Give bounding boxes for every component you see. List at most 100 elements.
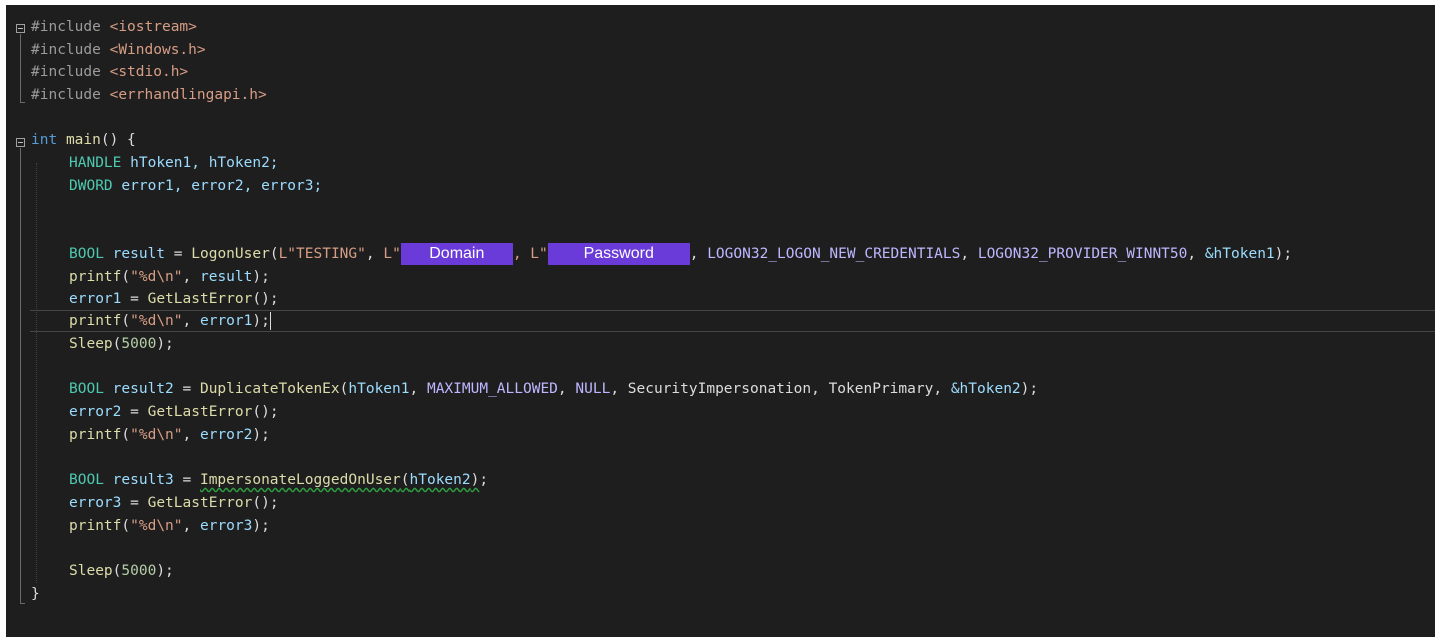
separator: , <box>182 427 200 443</box>
statement-end: ); <box>252 518 270 534</box>
assign-op: = <box>121 291 148 307</box>
type-name: HANDLE <box>69 155 122 171</box>
fold-guide <box>20 34 21 102</box>
statement-end: ; <box>479 472 489 488</box>
ref-arg: &hToken1 <box>1204 246 1275 262</box>
function-name: ImpersonateLoggedOnUser <box>199 472 401 488</box>
assign-op: = <box>173 472 200 488</box>
statement-end: ); <box>156 336 174 352</box>
separator: , <box>1187 246 1205 262</box>
statement-end: (); <box>252 495 279 511</box>
statement-end: ); <box>252 313 270 329</box>
code-line-error3[interactable]: error3 = GetLastError(); <box>69 492 279 514</box>
assign-op: = <box>165 246 192 262</box>
code-line-sleep-1[interactable]: Sleep(5000); <box>69 333 174 355</box>
function-name: printf <box>69 269 122 285</box>
assign-op: = <box>121 495 148 511</box>
include-open: < <box>109 87 119 103</box>
preprocessor-keyword: #include <box>31 87 101 103</box>
function-name: printf <box>69 427 122 443</box>
assign-op: = <box>121 404 148 420</box>
var-name: error1 <box>69 291 122 307</box>
statement-end: ); <box>252 427 270 443</box>
code-line-error2[interactable]: error2 = GetLastError(); <box>69 401 279 423</box>
function-name: Sleep <box>69 563 113 579</box>
arg: error2 <box>199 427 253 443</box>
separator: , <box>182 313 200 329</box>
code-line-closing-brace[interactable]: } <box>31 583 40 605</box>
function-name: LogonUser <box>191 246 270 262</box>
code-line-dword-decl[interactable]: DWORD error1, error2, error3; <box>69 175 322 197</box>
statement-end: ); <box>1274 246 1293 262</box>
var-name: error2 <box>69 404 122 420</box>
var-name: result3 <box>112 472 174 488</box>
include-close: > <box>258 87 267 103</box>
include-file: stdio.h <box>118 64 180 80</box>
statement-end: ); <box>156 563 174 579</box>
arg: error1 <box>199 313 253 329</box>
code-line-duplicatetoken[interactable]: BOOL result2 = DuplicateTokenEx(hToken1,… <box>69 378 1038 400</box>
type-name: BOOL <box>69 246 104 262</box>
include-file: errhandlingapi.h <box>118 87 258 103</box>
separator: , <box>409 381 427 397</box>
number-literal: 5000 <box>121 563 157 579</box>
macro-name: NULL <box>575 381 611 397</box>
redacted-domain-box: Domain <box>400 243 513 265</box>
paren-open: ( <box>121 518 131 534</box>
code-line-printf-error2[interactable]: printf("%d\n", error2); <box>69 424 270 446</box>
fold-guide-end <box>20 603 25 604</box>
code-line-include-3[interactable]: #include <stdio.h> <box>31 61 188 83</box>
include-open: < <box>109 19 119 35</box>
code-line-printf-error3[interactable]: printf("%d\n", error3); <box>69 515 270 537</box>
var-name: error3 <box>69 495 122 511</box>
var-name: result2 <box>112 381 174 397</box>
function-name: DuplicateTokenEx <box>199 381 340 397</box>
code-line-include-1[interactable]: #include <iostream> <box>31 16 197 38</box>
fold-toggle-main-icon[interactable] <box>16 138 25 147</box>
code-line-error1[interactable]: error1 = GetLastError(); <box>69 288 279 310</box>
paren-open: ( <box>400 472 410 488</box>
closing-brace: } <box>31 586 40 602</box>
separator: , <box>365 246 384 262</box>
include-close: > <box>188 19 197 35</box>
code-line-impersonate[interactable]: BOOL result3 = ImpersonateLoggedOnUser(h… <box>69 469 488 491</box>
arg: result <box>199 269 253 285</box>
declared-vars: error1, error2, error3; <box>121 178 323 194</box>
fold-guide-end <box>20 102 25 103</box>
code-line-sleep-2[interactable]: Sleep(5000); <box>69 560 174 582</box>
code-line-printf-error1[interactable]: printf("%d\n", error1); <box>69 310 271 332</box>
type-name: DWORD <box>69 178 113 194</box>
statement-end: ); <box>1020 381 1039 397</box>
code-editor[interactable]: #include <iostream> #include <Windows.h>… <box>6 5 1435 637</box>
type-name: BOOL <box>69 472 104 488</box>
code-line-include-4[interactable]: #include <errhandlingapi.h> <box>31 84 267 106</box>
number-literal: 5000 <box>121 336 157 352</box>
separator: , <box>933 381 951 397</box>
type-name: BOOL <box>69 381 104 397</box>
signature-rest: () { <box>100 132 136 148</box>
include-close: > <box>179 64 189 80</box>
include-close: > <box>196 42 206 58</box>
statement-end: ); <box>252 269 270 285</box>
fold-toggle-includes-icon[interactable] <box>16 24 25 33</box>
macro-name: LOGON32_LOGON_NEW_CREDENTIALS <box>707 246 961 262</box>
function-name: GetLastError <box>147 291 253 307</box>
code-line-logonuser[interactable]: BOOL result = LogonUser(L"TESTING", L" Do… <box>69 243 1292 265</box>
function-name: Sleep <box>69 336 113 352</box>
var-name: result <box>112 246 166 262</box>
include-open: < <box>109 42 119 58</box>
macro-name: MAXIMUM_ALLOWED <box>426 381 558 397</box>
warning-squiggle[interactable]: ImpersonateLoggedOnUser(hToken2) <box>200 472 479 488</box>
declared-vars: hToken1, hToken2; <box>130 155 279 171</box>
macro-name: LOGON32_PROVIDER_WINNT50 <box>977 246 1188 262</box>
include-file: Windows.h <box>118 42 197 58</box>
code-line-include-2[interactable]: #include <Windows.h> <box>31 39 206 61</box>
code-line-main[interactable]: int main() { <box>31 129 136 151</box>
preprocessor-keyword: #include <box>31 42 101 58</box>
code-line-printf-result[interactable]: printf("%d\n", result); <box>69 266 270 288</box>
text-caret <box>269 312 271 330</box>
fold-guide <box>20 148 21 603</box>
paren-open: ( <box>121 313 131 329</box>
code-line-handle-decl[interactable]: HANDLE hToken1, hToken2; <box>69 152 279 174</box>
preprocessor-keyword: #include <box>31 19 101 35</box>
